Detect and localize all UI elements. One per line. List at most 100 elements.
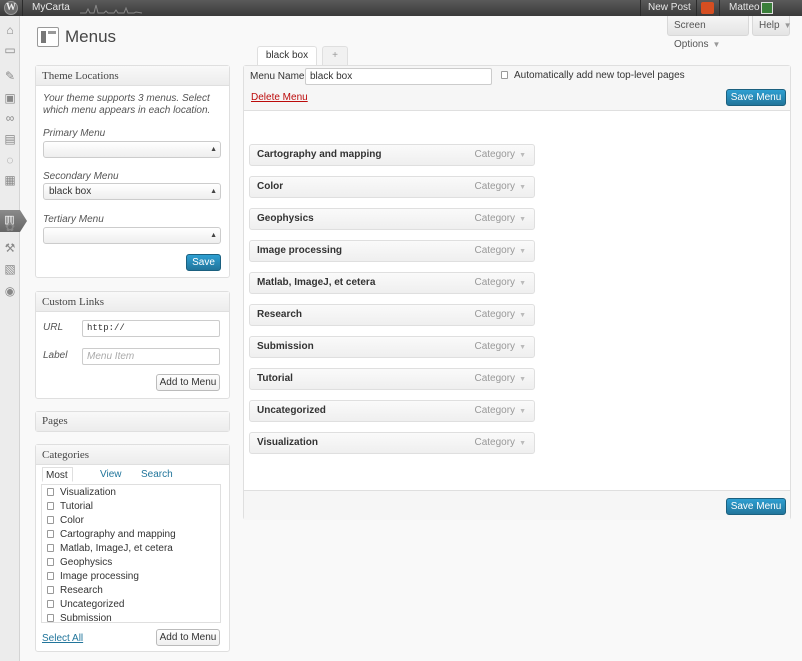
add-custom-link-button[interactable]: Add to Menu xyxy=(156,374,220,391)
tools-icon[interactable]: ▧ xyxy=(3,262,17,276)
list-item[interactable]: Tutorial xyxy=(47,501,93,512)
checkbox[interactable] xyxy=(47,502,54,510)
list-item[interactable]: Uncategorized xyxy=(47,599,124,610)
comments-bubble-icon[interactable] xyxy=(701,2,714,14)
feedback-icon[interactable]: ▦ xyxy=(3,173,17,187)
custom-links-title[interactable]: Custom Links xyxy=(36,292,229,312)
pages-icon[interactable]: ▤ xyxy=(3,132,17,146)
add-categories-button[interactable]: Add to Menu xyxy=(156,629,220,646)
pin-icon[interactable]: ✎ xyxy=(3,69,17,83)
menu-item-title: Color xyxy=(257,181,284,192)
expand-arrow-icon[interactable]: ▼ xyxy=(519,280,526,287)
category-label: Submission xyxy=(60,613,112,623)
expand-arrow-icon[interactable]: ▼ xyxy=(519,216,526,223)
expand-arrow-icon[interactable]: ▼ xyxy=(519,344,526,351)
menu-item-type[interactable]: Category ▼ xyxy=(474,209,526,230)
expand-arrow-icon[interactable]: ▼ xyxy=(519,376,526,383)
help-label: Help xyxy=(759,20,780,31)
menu-item[interactable]: Visualization Category ▼ xyxy=(249,432,535,454)
expand-arrow-icon[interactable]: ▼ xyxy=(519,312,526,319)
menu-name-input[interactable]: black box xyxy=(305,68,492,85)
menu-item-type[interactable]: Category ▼ xyxy=(474,401,526,422)
plugins-icon[interactable]: ✿ xyxy=(3,220,17,234)
site-name-link[interactable]: MyCarta xyxy=(32,0,70,16)
expand-arrow-icon[interactable]: ▼ xyxy=(519,184,526,191)
menu-item[interactable]: Submission Category ▼ xyxy=(249,336,535,358)
tab-most-used[interactable]: Most Used xyxy=(42,467,74,496)
user-account-link[interactable]: Matteo xyxy=(729,0,760,16)
tab-search[interactable]: Search xyxy=(141,467,173,482)
menu-item-type[interactable]: Category ▼ xyxy=(474,241,526,262)
url-input[interactable]: http:// xyxy=(82,320,220,337)
checkbox[interactable] xyxy=(47,600,54,608)
tab-black-box[interactable]: black box xyxy=(257,46,317,65)
menu-item-type[interactable]: Category ▼ xyxy=(474,177,526,198)
menu-item-type[interactable]: Category ▼ xyxy=(474,433,526,454)
collapse-icon[interactable]: ◉ xyxy=(3,284,17,298)
cart-icon[interactable]: ▭ xyxy=(3,43,17,57)
tertiary-menu-select[interactable]: ▲ xyxy=(43,227,221,244)
list-item[interactable]: Submission xyxy=(47,613,112,623)
list-item[interactable]: Research xyxy=(47,585,103,596)
save-locations-button[interactable]: Save xyxy=(186,254,221,271)
avatar[interactable] xyxy=(761,2,773,14)
checkbox[interactable] xyxy=(47,530,54,538)
home-icon[interactable]: ⌂ xyxy=(3,23,17,37)
menu-item[interactable]: Color Category ▼ xyxy=(249,176,535,198)
primary-menu-select[interactable]: ▲ xyxy=(43,141,221,158)
help-button[interactable]: Help ▼ xyxy=(752,16,792,36)
tab-view-all[interactable]: View All xyxy=(100,467,122,495)
link-text-input[interactable]: Menu Item xyxy=(82,348,220,365)
theme-locations-title[interactable]: Theme Locations xyxy=(36,66,229,86)
menu-item-title: Research xyxy=(257,309,303,320)
media-icon[interactable]: ▣ xyxy=(3,91,17,105)
add-menu-tab-button[interactable]: + xyxy=(322,46,348,65)
menu-item[interactable]: Image processing Category ▼ xyxy=(249,240,535,262)
menu-item[interactable]: Geophysics Category ▼ xyxy=(249,208,535,230)
auto-add-checkbox[interactable] xyxy=(501,71,508,79)
delete-menu-link[interactable]: Delete Menu xyxy=(251,92,308,103)
expand-arrow-icon[interactable]: ▼ xyxy=(519,408,526,415)
users-icon[interactable]: ⚒ xyxy=(3,241,17,255)
categories-title[interactable]: Categories xyxy=(36,445,229,465)
expand-arrow-icon[interactable]: ▼ xyxy=(519,152,526,159)
new-post-link[interactable]: New Post xyxy=(648,0,691,16)
save-menu-top-button[interactable]: Save Menu xyxy=(726,89,786,106)
menu-item[interactable]: Research Category ▼ xyxy=(249,304,535,326)
checkbox[interactable] xyxy=(47,488,54,496)
checkbox[interactable] xyxy=(47,572,54,580)
menu-item-type[interactable]: Category ▼ xyxy=(474,145,526,166)
separator xyxy=(22,0,23,16)
list-item[interactable]: Color xyxy=(47,515,84,526)
menu-item[interactable]: Cartography and mapping Category ▼ xyxy=(249,144,535,166)
comments-icon[interactable]: ◌ xyxy=(3,153,17,167)
expand-arrow-icon[interactable]: ▼ xyxy=(519,248,526,255)
secondary-menu-select[interactable]: black box ▲ xyxy=(43,183,221,200)
menu-item-type[interactable]: Category ▼ xyxy=(474,337,526,358)
menu-item[interactable]: Matlab, ImageJ, et cetera Category ▼ xyxy=(249,272,535,294)
checkbox[interactable] xyxy=(47,544,54,552)
menu-item[interactable]: Tutorial Category ▼ xyxy=(249,368,535,390)
list-item[interactable]: Visualization xyxy=(47,487,116,498)
list-item[interactable]: Cartography and mapping xyxy=(47,529,176,540)
menu-item[interactable]: Uncategorized Category ▼ xyxy=(249,400,535,422)
checkbox[interactable] xyxy=(47,516,54,524)
links-icon[interactable]: ∞ xyxy=(3,111,17,125)
select-all-link[interactable]: Select All xyxy=(42,633,83,644)
save-menu-bottom-button[interactable]: Save Menu xyxy=(726,498,786,515)
checkbox[interactable] xyxy=(47,586,54,594)
menu-item-type[interactable]: Category ▼ xyxy=(474,273,526,294)
screen-options-button[interactable]: Screen Options ▼ xyxy=(667,16,749,50)
auto-add-pages-option[interactable]: Automatically add new top-level pages xyxy=(501,70,685,81)
list-item[interactable]: Image processing xyxy=(47,571,139,582)
pages-title[interactable]: Pages xyxy=(36,412,229,431)
wordpress-logo-icon[interactable]: W xyxy=(4,1,18,15)
list-item[interactable]: Geophysics xyxy=(47,557,112,568)
list-item[interactable]: Matlab, ImageJ, et cetera xyxy=(47,543,173,554)
checkbox[interactable] xyxy=(47,558,54,566)
menus-page-icon xyxy=(37,27,59,47)
checkbox[interactable] xyxy=(47,614,54,622)
menu-item-type[interactable]: Category ▼ xyxy=(474,305,526,326)
menu-item-type[interactable]: Category ▼ xyxy=(474,369,526,390)
expand-arrow-icon[interactable]: ▼ xyxy=(519,440,526,447)
